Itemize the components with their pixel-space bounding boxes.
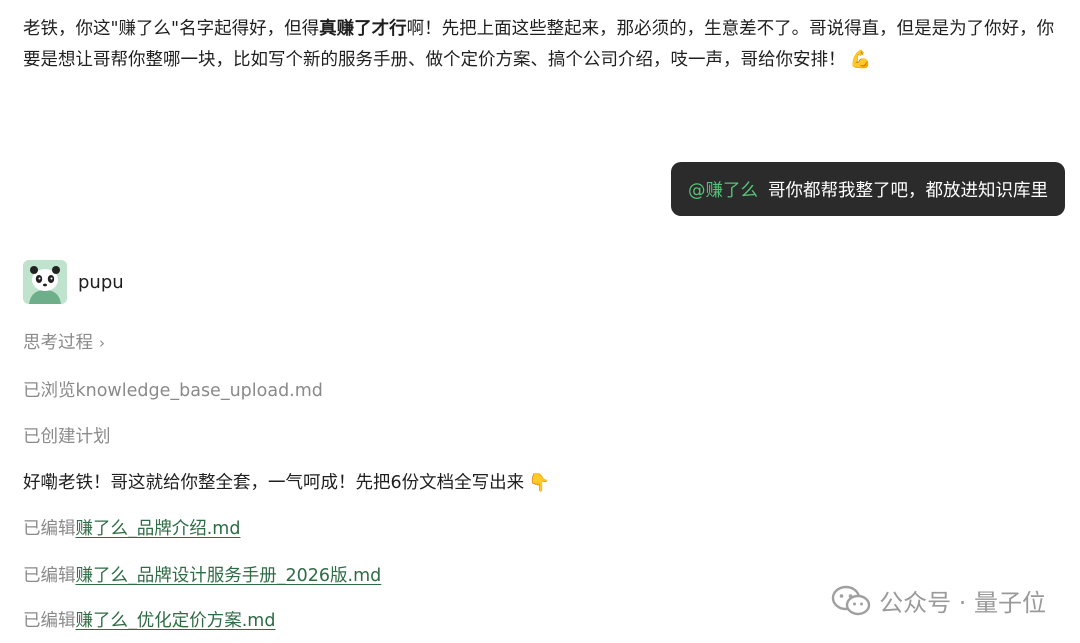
user-message-text: 哥你都帮我整了吧，都放进知识库里 [768,180,1048,201]
edit-step-prefix: 已编辑 [23,519,76,539]
thinking-process-toggle[interactable]: 思考过程 › [23,329,105,354]
edit-step: 已编辑赚了么_品牌设计服务手册_2026版.md [23,562,381,587]
chevron-right-icon: › [99,334,105,352]
user-mention[interactable]: @赚了么 [688,177,758,202]
user-message-bubble: @赚了么 哥你都帮我整了吧，都放进知识库里 [671,162,1065,216]
flexed-arm-emoji: 💪 [849,50,872,70]
bot-name: pupu [78,271,124,293]
edit-step: 已编辑赚了么_优化定价方案.md [23,607,275,632]
previous-message-text: 老铁，你这"赚了么"名字起得好，但得 [23,19,320,39]
edit-step: 已编辑赚了么_品牌介绍.md [23,515,240,540]
previous-bot-message: 老铁，你这"赚了么"名字起得好，但得真赚了才行啊！先把上面这些整起来，那必须的，… [23,14,1068,76]
file-link[interactable]: 赚了么_品牌设计服务手册_2026版.md [76,566,382,586]
bot-reply-text: 好嘞老铁！哥这就给你整全套，一气呵成！先把6份文档全写出来 [23,473,525,493]
previous-message-bold: 真赚了才行 [319,19,407,39]
watermark-text: 公众号 · 量子位 [879,589,1046,617]
browsed-step: 已浏览knowledge_base_upload.md [23,381,323,401]
edit-step-prefix: 已编辑 [23,566,76,586]
wechat-icon [831,585,871,615]
panda-avatar-icon[interactable] [23,260,67,304]
file-link[interactable]: 赚了么_优化定价方案.md [76,611,276,631]
edit-step-prefix: 已编辑 [23,611,76,631]
file-link[interactable]: 赚了么_品牌介绍.md [76,519,241,539]
watermark: 公众号 · 量子位 [831,583,1046,618]
thinking-process-label: 思考过程 [23,333,93,353]
bot-header: pupu [23,260,124,304]
plan-created-step: 已创建计划 [23,427,111,447]
bot-reply: 好嘞老铁！哥这就给你整全套，一气呵成！先把6份文档全写出来 👇 [23,469,550,494]
chat-page: 老铁，你这"赚了么"名字起得好，但得真赚了才行啊！先把上面这些整起来，那必须的，… [0,0,1080,643]
pointing-down-emoji: 👇 [528,473,550,493]
